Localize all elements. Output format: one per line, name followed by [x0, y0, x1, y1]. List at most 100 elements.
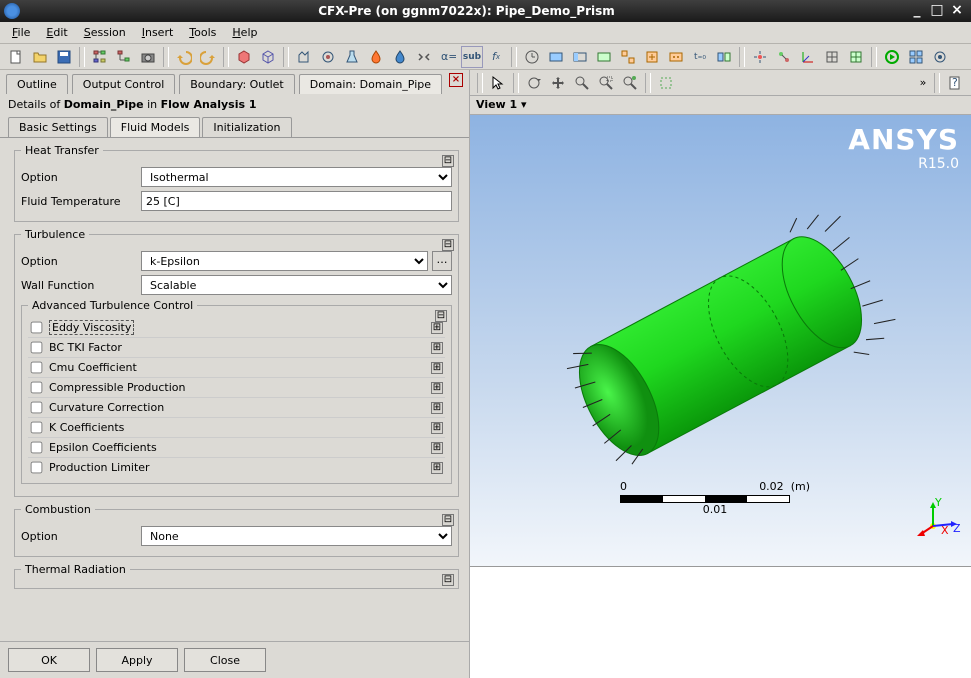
init-icon[interactable] — [593, 46, 615, 68]
menu-edit[interactable]: Edit — [38, 24, 75, 41]
viewport[interactable]: ANSYS R15.0 — [470, 115, 971, 567]
flame-icon[interactable] — [365, 46, 387, 68]
adv-turb-label: Epsilon Coefficients — [49, 441, 431, 454]
clock-icon[interactable] — [521, 46, 543, 68]
boundary-icon[interactable] — [569, 46, 591, 68]
adv-turb-row: Curvature Correction⊞ — [28, 397, 445, 417]
collapse-adv-turb-icon[interactable]: ⊟ — [435, 310, 447, 322]
mesh2-icon[interactable] — [845, 46, 867, 68]
cube-icon[interactable] — [233, 46, 255, 68]
mesh-icon[interactable] — [821, 46, 843, 68]
new-icon[interactable] — [5, 46, 27, 68]
apply-button[interactable]: Apply — [96, 648, 178, 672]
ok-button[interactable]: OK — [8, 648, 90, 672]
close-button[interactable]: Close — [184, 648, 266, 672]
redo-icon[interactable] — [197, 46, 219, 68]
ht-option-select[interactable]: Isothermal — [141, 167, 452, 187]
random-icon[interactable] — [413, 46, 435, 68]
tab-fluid-models[interactable]: Fluid Models — [110, 117, 201, 137]
tree2-icon[interactable] — [113, 46, 135, 68]
scale-mid: 0.01 — [620, 503, 810, 516]
flask-icon[interactable] — [341, 46, 363, 68]
tab-domain-pipe[interactable]: Domain: Domain_Pipe — [299, 74, 442, 94]
axis-triad[interactable]: Y Z X — [913, 494, 961, 542]
turb-option-select[interactable]: k-Epsilon — [141, 251, 428, 271]
expand-icon[interactable]: ⊞ — [431, 402, 443, 414]
ht-temp-input[interactable] — [141, 191, 452, 211]
run-icon[interactable] — [881, 46, 903, 68]
analysis1-icon[interactable] — [293, 46, 315, 68]
tab-close-icon[interactable]: × — [449, 73, 463, 87]
menu-insert[interactable]: Insert — [134, 24, 182, 41]
fx-icon[interactable]: fx — [485, 46, 507, 68]
combustion-option-select[interactable]: None — [141, 526, 452, 546]
analysis2-icon[interactable] — [317, 46, 339, 68]
fit-icon[interactable] — [619, 72, 641, 94]
adv-turb-checkbox[interactable] — [31, 422, 43, 434]
properties-area[interactable]: Heat Transfer ⊟ Option Isothermal Fluid … — [0, 138, 469, 641]
tab-initialization[interactable]: Initialization — [202, 117, 291, 137]
rotate-icon[interactable] — [523, 72, 545, 94]
adv-turb-checkbox[interactable] — [31, 462, 43, 474]
expand-icon[interactable]: ⊞ — [431, 442, 443, 454]
undo-icon[interactable] — [173, 46, 195, 68]
camera-icon[interactable] — [137, 46, 159, 68]
minimize-button[interactable]: _ — [907, 3, 927, 19]
view-more-icon[interactable]: » — [916, 72, 930, 94]
tab-boundary-outlet[interactable]: Boundary: Outlet — [179, 74, 294, 94]
turb-wall-select[interactable]: Scalable — [141, 275, 452, 295]
tree-icon[interactable] — [89, 46, 111, 68]
cube2-icon[interactable] — [257, 46, 279, 68]
abc-icon[interactable]: α= — [437, 46, 459, 68]
collapse-turbulence-icon[interactable]: ⊟ — [442, 239, 454, 251]
adv-turb-checkbox[interactable] — [31, 442, 43, 454]
expand-icon[interactable]: ⊞ — [431, 422, 443, 434]
open-icon[interactable] — [29, 46, 51, 68]
help-icon[interactable]: ? — [944, 72, 966, 94]
interface-icon[interactable] — [713, 46, 735, 68]
zoom-box-icon[interactable] — [595, 72, 617, 94]
adv-turb-checkbox[interactable] — [31, 342, 43, 354]
tab-output-control[interactable]: Output Control — [72, 74, 175, 94]
maximize-button[interactable]: □ — [927, 3, 947, 19]
t0-icon[interactable]: t₌₀ — [689, 46, 711, 68]
expand-icon[interactable]: ⊞ — [431, 342, 443, 354]
menu-tools[interactable]: Tools — [181, 24, 224, 41]
monitor-icon[interactable] — [665, 46, 687, 68]
collapse-thermal-radiation-icon[interactable]: ⊟ — [442, 574, 454, 586]
drop-icon[interactable] — [389, 46, 411, 68]
adv-turb-checkbox[interactable] — [31, 382, 43, 394]
select-box-icon[interactable] — [655, 72, 677, 94]
collapse-combustion-icon[interactable]: ⊟ — [442, 514, 454, 526]
pan-icon[interactable] — [547, 72, 569, 94]
tab-outline[interactable]: Outline — [6, 74, 68, 94]
solver-icon[interactable] — [617, 46, 639, 68]
tab-basic-settings[interactable]: Basic Settings — [8, 117, 108, 137]
source-icon[interactable] — [749, 46, 771, 68]
layout-icon[interactable] — [905, 46, 927, 68]
coord-icon[interactable] — [797, 46, 819, 68]
turb-option-more-button[interactable]: … — [432, 251, 452, 271]
pointer-icon[interactable] — [487, 72, 509, 94]
expand-icon[interactable]: ⊞ — [431, 362, 443, 374]
adv-turb-checkbox[interactable] — [31, 402, 43, 414]
menu-help[interactable]: Help — [224, 24, 265, 41]
domain-icon[interactable] — [545, 46, 567, 68]
zoom-icon[interactable] — [571, 72, 593, 94]
console-area[interactable] — [470, 566, 971, 678]
connection-icon[interactable] — [773, 46, 795, 68]
close-window-button[interactable]: × — [947, 3, 967, 19]
gear-icon[interactable] — [929, 46, 951, 68]
adv-turb-checkbox[interactable] — [31, 322, 43, 334]
menu-file[interactable]: File — [4, 24, 38, 41]
output-icon[interactable] — [641, 46, 663, 68]
collapse-heat-transfer-icon[interactable]: ⊟ — [442, 155, 454, 167]
sub-icon[interactable]: sub — [461, 46, 483, 68]
save-icon[interactable] — [53, 46, 75, 68]
adv-turb-checkbox[interactable] — [31, 362, 43, 374]
menu-session[interactable]: Session — [76, 24, 134, 41]
view-label[interactable]: View 1 ▾ — [470, 96, 971, 115]
expand-icon[interactable]: ⊞ — [431, 382, 443, 394]
expand-icon[interactable]: ⊞ — [431, 462, 443, 474]
expand-icon[interactable]: ⊞ — [431, 322, 443, 334]
